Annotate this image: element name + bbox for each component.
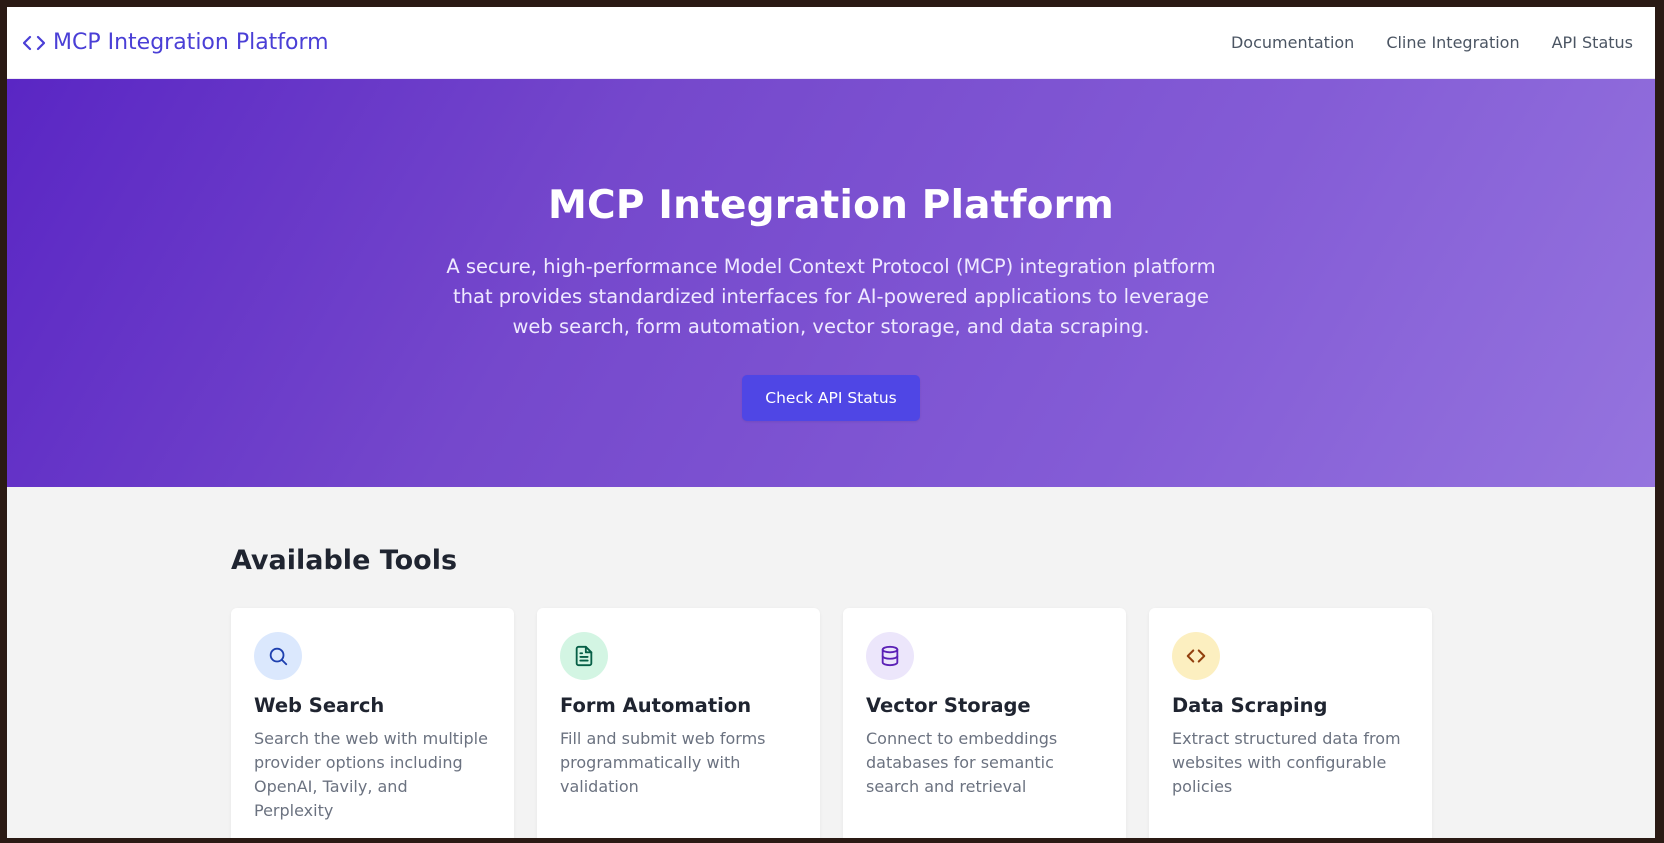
tool-card-title: Web Search <box>254 694 385 717</box>
tool-card-data-scraping[interactable]: Data Scraping Extract structured data fr… <box>1149 608 1432 838</box>
tool-card-title: Form Automation <box>560 694 752 717</box>
database-icon <box>866 632 914 680</box>
tool-card-description: Extract structured data from websites wi… <box>1172 729 1401 796</box>
nav-cline-integration[interactable]: Cline Integration <box>1386 33 1519 52</box>
check-api-status-button[interactable]: Check API Status <box>742 375 920 421</box>
code-icon <box>23 35 45 51</box>
brand-link[interactable]: MCP Integration Platform <box>23 30 329 55</box>
tool-card-vector-storage[interactable]: Vector Storage Connect to embeddings dat… <box>843 608 1126 838</box>
main-nav: Documentation Cline Integration API Stat… <box>1231 33 1639 52</box>
tool-card-description: Fill and submit web forms programmatical… <box>560 729 766 796</box>
tool-cards: Web Search Search the web with multiple … <box>231 608 1655 838</box>
tools-section: Available Tools Web Search Search the we… <box>7 487 1655 838</box>
hero-section: MCP Integration Platform A secure, high-… <box>7 79 1655 487</box>
tool-card-description: Connect to embeddings databases for sema… <box>866 729 1058 796</box>
search-icon <box>254 632 302 680</box>
page: MCP Integration Platform Documentation C… <box>7 7 1655 838</box>
document-icon <box>560 632 608 680</box>
brand-label: MCP Integration Platform <box>53 30 329 55</box>
nav-documentation[interactable]: Documentation <box>1231 33 1354 52</box>
tool-card-description: Search the web with multiple provider op… <box>254 729 488 820</box>
code-icon <box>1172 632 1220 680</box>
tool-card-web-search[interactable]: Web Search Search the web with multiple … <box>231 608 514 838</box>
tool-card-title: Data Scraping <box>1172 694 1328 717</box>
tool-card-form-automation[interactable]: Form Automation Fill and submit web form… <box>537 608 820 838</box>
hero-title: MCP Integration Platform <box>548 183 1114 228</box>
hero-description: A secure, high-performance Model Context… <box>446 255 1216 338</box>
nav-api-status[interactable]: API Status <box>1552 33 1633 52</box>
tools-heading: Available Tools <box>231 545 458 576</box>
tool-card-title: Vector Storage <box>866 694 1031 717</box>
top-navbar: MCP Integration Platform Documentation C… <box>7 7 1655 79</box>
